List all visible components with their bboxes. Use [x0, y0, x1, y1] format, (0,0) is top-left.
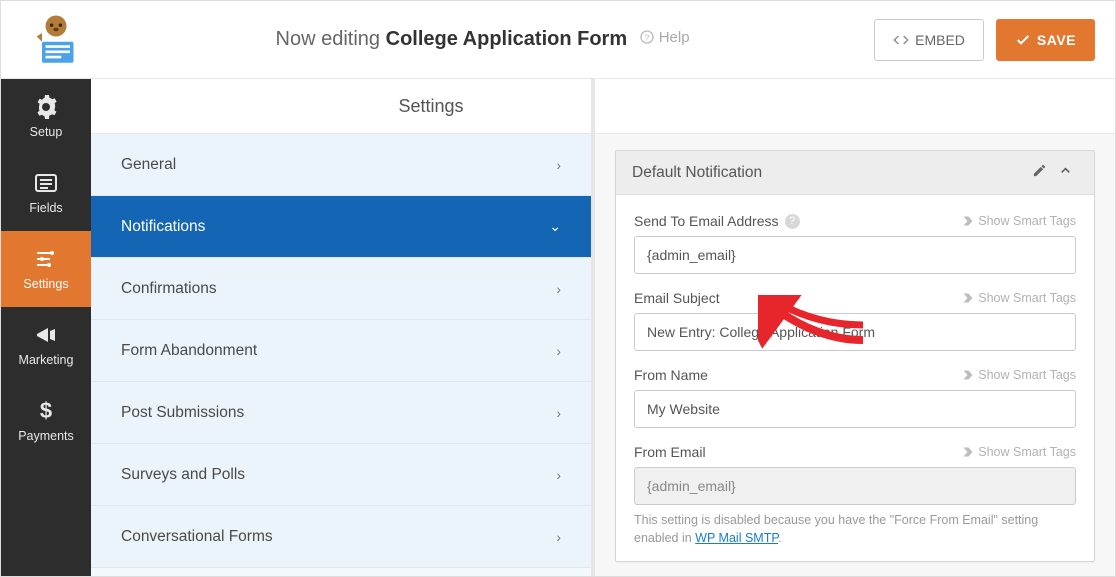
submenu-surveys-polls[interactable]: Surveys and Polls›: [91, 444, 591, 506]
chevron-down-icon: ⌄: [549, 218, 561, 235]
nav-settings[interactable]: Settings: [1, 231, 91, 307]
submenu-conversational-forms[interactable]: Conversational Forms›: [91, 506, 591, 568]
chevron-right-icon: ›: [556, 343, 561, 359]
field-email-subject: Email Subject Show Smart Tags: [634, 290, 1076, 351]
send-to-label: Send To Email Address?: [634, 213, 800, 229]
submenu-post-submissions[interactable]: Post Submissions›: [91, 382, 591, 444]
page-title: Now editing College Application Form ? H…: [103, 28, 862, 51]
save-button[interactable]: SAVE: [996, 19, 1095, 61]
from-name-label: From Name: [634, 367, 708, 383]
from-name-input[interactable]: [634, 390, 1076, 428]
left-iconbar: Setup Fields Settings Marketing $ Paymen…: [1, 79, 91, 576]
nav-payments[interactable]: $ Payments: [1, 383, 91, 459]
submenu-confirmations[interactable]: Confirmations›: [91, 258, 591, 320]
card-header: Default Notification: [616, 151, 1094, 195]
chevron-right-icon: ›: [556, 529, 561, 545]
settings-submenu: Settings General› Notifications⌄ Confirm…: [91, 79, 591, 576]
send-to-input[interactable]: [634, 236, 1076, 274]
submenu-form-abandonment[interactable]: Form Abandonment›: [91, 320, 591, 382]
nav-fields[interactable]: Fields: [1, 155, 91, 231]
chevron-right-icon: ›: [556, 157, 561, 173]
from-email-label: From Email: [634, 444, 706, 460]
show-smart-tags[interactable]: Show Smart Tags: [962, 291, 1076, 305]
submenu-notifications[interactable]: Notifications⌄: [91, 196, 591, 258]
svg-text:$: $: [40, 399, 52, 423]
show-smart-tags[interactable]: Show Smart Tags: [962, 445, 1076, 459]
help-link[interactable]: ? Help: [639, 29, 690, 46]
notification-card: Default Notification Send To Email Addre…: [615, 150, 1095, 562]
field-send-to: Send To Email Address? Show Smart Tags: [634, 213, 1076, 274]
wpforms-logo: [21, 9, 91, 71]
nav-setup[interactable]: Setup: [1, 79, 91, 155]
chevron-right-icon: ›: [556, 281, 561, 297]
show-smart-tags[interactable]: Show Smart Tags: [962, 214, 1076, 228]
main-content: Default Notification Send To Email Addre…: [591, 79, 1115, 576]
subject-input[interactable]: [634, 313, 1076, 351]
help-icon[interactable]: ?: [785, 214, 800, 229]
field-from-email: From Email Show Smart Tags This setting …: [634, 444, 1076, 547]
edit-icon[interactable]: [1026, 163, 1052, 183]
settings-heading: Settings: [91, 79, 591, 134]
subject-label: Email Subject: [634, 290, 720, 306]
top-bar: Now editing College Application Form ? H…: [1, 1, 1115, 79]
from-email-note: This setting is disabled because you hav…: [634, 511, 1076, 547]
submenu-general[interactable]: General›: [91, 134, 591, 196]
chevron-right-icon: ›: [556, 467, 561, 483]
chevron-right-icon: ›: [556, 405, 561, 421]
svg-text:?: ?: [644, 32, 649, 42]
collapse-icon[interactable]: [1052, 163, 1078, 183]
from-email-input: [634, 467, 1076, 505]
show-smart-tags[interactable]: Show Smart Tags: [962, 368, 1076, 382]
nav-marketing[interactable]: Marketing: [1, 307, 91, 383]
field-from-name: From Name Show Smart Tags: [634, 367, 1076, 428]
wp-mail-smtp-link[interactable]: WP Mail SMTP: [695, 531, 778, 545]
embed-button[interactable]: EMBED: [874, 19, 984, 61]
